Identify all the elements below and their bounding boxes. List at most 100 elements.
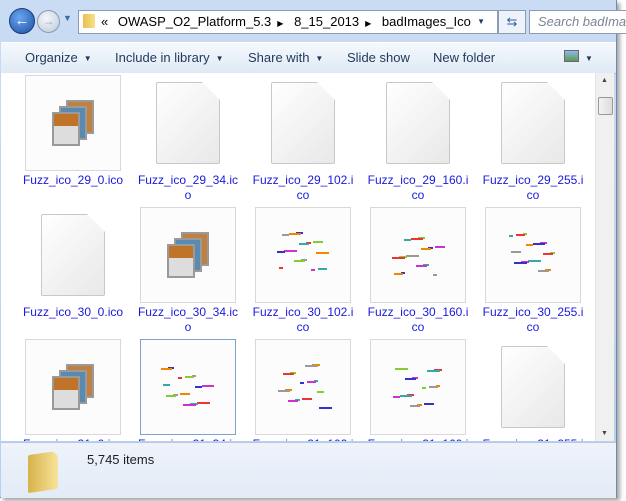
slide-show-button[interactable]: Slide show: [347, 50, 410, 65]
pixel-stripe: [433, 274, 437, 276]
scroll-up-icon[interactable]: ▲: [601, 77, 608, 84]
pixel-stripe: [195, 386, 202, 388]
search-input[interactable]: Search badImages_Ico: [529, 10, 626, 34]
scroll-down-icon[interactable]: ▼: [601, 430, 608, 437]
pixel-stripe: [163, 384, 170, 386]
item-count: 5,745 items: [87, 452, 155, 467]
pixel-stripe: [392, 257, 405, 259]
file-item[interactable]: Fuzz_ico_30_0.ico: [18, 207, 128, 320]
pixel-stripe: [299, 243, 309, 245]
pixel-stripe: [410, 405, 420, 407]
pixel-stripe: [161, 368, 172, 370]
blank-file-icon: [156, 82, 220, 164]
pixel-stripe: [317, 391, 324, 393]
file-name: Fuzz_ico_31_34.ico: [133, 437, 243, 441]
pixel-stripe: [533, 243, 545, 245]
share-label: Share with: [248, 50, 310, 65]
file-name: Fuzz_ico_29_0.ico: [22, 173, 124, 187]
breadcrumb-overflow[interactable]: «: [101, 14, 108, 29]
file-item[interactable]: Fuzz_ico_31_255.ico: [478, 339, 588, 441]
file-item[interactable]: Fuzz_ico_29_34.ico: [133, 75, 243, 203]
file-name: Fuzz_ico_30_255.ico: [482, 305, 584, 334]
file-item[interactable]: Fuzz_ico_29_102.ico: [248, 75, 358, 203]
pixel-stripe: [316, 252, 329, 254]
pixel-stripe: [538, 270, 549, 272]
file-item[interactable]: Fuzz_ico_31_34.ico: [133, 339, 243, 441]
breadcrumb-item[interactable]: badImages_Ico: [382, 14, 471, 29]
thumbnail: [140, 339, 236, 435]
chevron-down-icon: ▼: [315, 54, 324, 63]
change-view-button[interactable]: ▼: [564, 50, 593, 65]
file-item[interactable]: Fuzz_ico_30_102.ico: [248, 207, 358, 335]
pixel-stripe: [178, 377, 182, 379]
application-icon: [52, 364, 96, 410]
file-item[interactable]: Fuzz_ico_29_0.ico: [18, 75, 128, 188]
include-in-library-button[interactable]: Include in library ▼: [115, 50, 224, 65]
address-bar[interactable]: « OWASP_O2_Platform_5.3 ▶ 8_15_2013 ▶ badI…: [78, 10, 498, 34]
back-button[interactable]: ←: [9, 8, 35, 34]
file-item[interactable]: Fuzz_ico_30_160.ico: [363, 207, 473, 335]
thumbnail: [25, 207, 121, 303]
share-with-button[interactable]: Share with ▼: [248, 50, 323, 65]
pixel-stripe: [421, 248, 431, 250]
command-bar: Organize ▼ Include in library ▼ Share with…: [1, 42, 616, 74]
file-item[interactable]: Fuzz_ico_30_255.ico: [478, 207, 588, 335]
vertical-scrollbar[interactable]: ▲ ▼: [595, 73, 614, 441]
breadcrumb-item[interactable]: OWASP_O2_Platform_5.3: [118, 14, 271, 29]
pixel-stripe: [185, 376, 194, 378]
new-folder-button[interactable]: New folder: [433, 50, 495, 65]
blank-file-icon: [41, 214, 105, 296]
pixel-stripe: [311, 269, 315, 271]
address-dropdown-icon[interactable]: ▼: [477, 11, 485, 33]
breadcrumb-item[interactable]: 8_15_2013: [294, 14, 359, 29]
file-name: Fuzz_ico_29_102.ico: [252, 173, 354, 202]
file-item[interactable]: Fuzz_ico_31_0.ico: [18, 339, 128, 441]
file-item[interactable]: Fuzz_ico_30_34.ico: [133, 207, 243, 335]
organize-label: Organize: [25, 50, 78, 65]
application-icon: [167, 232, 211, 278]
pixel-stripe: [422, 387, 426, 389]
pixel-stripe: [394, 273, 403, 275]
pixel-stripe: [400, 395, 412, 397]
pixel-stripe: [406, 255, 419, 257]
thumbnail: [370, 75, 466, 171]
file-name: Fuzz_ico_30_160.ico: [367, 305, 469, 334]
thumbnail: [370, 207, 466, 303]
file-item[interactable]: Fuzz_ico_31_102.ico: [248, 339, 358, 441]
thumbnail: [25, 339, 121, 435]
chevron-right-icon[interactable]: ▶: [277, 19, 283, 28]
blank-file-icon: [271, 82, 335, 164]
pixel-stripe: [197, 402, 210, 404]
file-name: Fuzz_ico_31_102.ico: [248, 437, 358, 441]
thumbnail: [255, 339, 351, 435]
corrupt-image-preview: [391, 364, 447, 414]
chevron-right-icon[interactable]: ▶: [365, 19, 371, 28]
pixel-stripe: [319, 407, 332, 409]
pixel-stripe: [416, 265, 427, 267]
file-name: Fuzz_ico_31_0.ico: [18, 437, 128, 441]
chevron-down-icon: ▼: [215, 54, 224, 63]
file-item[interactable]: Fuzz_ico_31_160.ico: [363, 339, 473, 441]
chevron-down-icon: ▼: [83, 54, 92, 63]
pixel-stripe: [393, 396, 400, 398]
folder-icon: [28, 450, 58, 494]
pixel-stripe: [411, 238, 423, 240]
forward-button[interactable]: →: [37, 10, 60, 33]
organize-button[interactable]: Organize ▼: [25, 50, 92, 65]
pixel-stripe: [427, 370, 440, 372]
blank-file-icon: [501, 346, 565, 428]
pixel-stripe: [305, 365, 318, 367]
refresh-button[interactable]: ⇆: [498, 10, 526, 34]
thumbnail: [255, 75, 351, 171]
file-item[interactable]: Fuzz_ico_29_255.ico: [478, 75, 588, 203]
file-name: Fuzz_ico_30_102.ico: [252, 305, 354, 334]
pixel-stripe: [294, 260, 305, 262]
corrupt-image-preview: [391, 232, 447, 282]
file-list: Fuzz_ico_29_0.ico Fuzz_ico_29_34.ico Fuzz_…: [1, 73, 595, 441]
pixel-stripe: [289, 233, 301, 235]
recent-pages-dropdown[interactable]: ▼: [63, 13, 72, 23]
scrollbar-thumb[interactable]: [598, 97, 613, 115]
pixel-stripe: [405, 378, 416, 380]
file-name: Fuzz_ico_29_255.ico: [482, 173, 584, 202]
file-item[interactable]: Fuzz_ico_29_160.ico: [363, 75, 473, 203]
